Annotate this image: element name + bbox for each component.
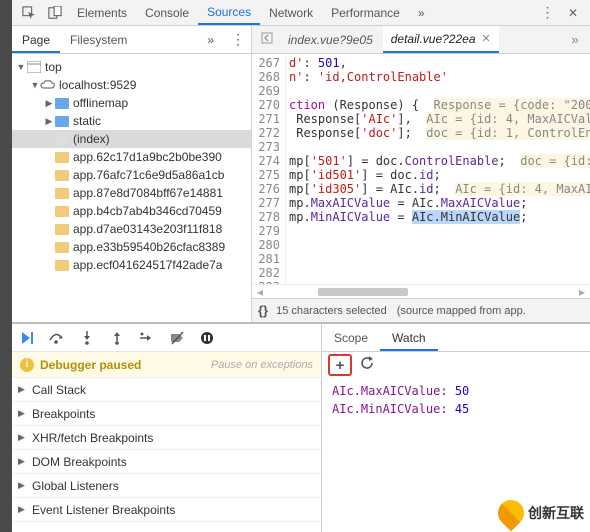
tab-sources[interactable]: Sources	[198, 0, 260, 25]
tree-folder[interactable]: ▶static	[12, 112, 251, 130]
tab-filesystem[interactable]: Filesystem	[60, 26, 137, 53]
debugger-toolbar	[12, 324, 321, 352]
tab-overflow[interactable]: »	[197, 26, 224, 53]
tree-origin[interactable]: ▼localhost:9529	[12, 76, 251, 94]
tab-watch[interactable]: Watch	[380, 324, 438, 351]
deactivate-breakpoints-icon[interactable]	[168, 329, 186, 347]
watch-item[interactable]: AIc.MaxAICValue: 50	[332, 384, 580, 402]
tab-network[interactable]: Network	[260, 0, 322, 25]
source-tabs: index.vue?9e05 detail.vue?22ea✕ »	[252, 26, 590, 54]
tree-file[interactable]: app.b4cb7ab4b346cd70459	[12, 202, 251, 220]
watch-toolbar: +	[322, 352, 590, 378]
tabs-overflow[interactable]: »	[564, 32, 586, 47]
watch-item[interactable]: AIc.MinAICValue: 45	[332, 402, 580, 420]
step-out-icon[interactable]	[108, 329, 126, 347]
add-watch-button[interactable]: +	[328, 354, 352, 376]
debugger-pane: iDebugger paused Pause on exceptions ▶Ca…	[12, 324, 322, 532]
panel-tabs: Elements Console Sources Network Perform…	[68, 0, 534, 25]
debug-section[interactable]: ▶Breakpoints	[12, 402, 321, 426]
status-bar: {} 15 characters selected (source mapped…	[252, 298, 590, 322]
watermark-logo-icon	[498, 500, 524, 526]
step-icon[interactable]	[138, 329, 156, 347]
file-tree: ▼top ▼localhost:9529 ▶offlinemap ▶static…	[12, 54, 251, 322]
step-over-icon[interactable]	[48, 329, 66, 347]
overflow-icon[interactable]: ⋮	[534, 1, 560, 25]
horizontal-scrollbar[interactable]: ◂ ▸	[252, 284, 590, 298]
pretty-print-icon[interactable]: {}	[258, 303, 268, 318]
debug-section[interactable]: ▶DOM Breakpoints	[12, 450, 321, 474]
tab-more[interactable]: »	[409, 0, 434, 25]
debug-section[interactable]: ▶Event Listener Breakpoints	[12, 498, 321, 522]
tree-file[interactable]: app.d7ae03143e203f11f818	[12, 220, 251, 238]
pause-exceptions-icon[interactable]	[198, 329, 216, 347]
step-into-icon[interactable]	[78, 329, 96, 347]
tree-file[interactable]: app.e33b59540b26cfac8389	[12, 238, 251, 256]
exceptions-placeholder: Pause on exceptions	[211, 359, 313, 371]
tab-performance[interactable]: Performance	[322, 0, 409, 25]
watch-list: AIc.MaxAICValue: 50AIc.MinAICValue: 45	[322, 378, 590, 426]
tab-console[interactable]: Console	[136, 0, 198, 25]
navigator-tabs: Page Filesystem » ⋮	[12, 26, 251, 54]
devtools-toolbar: Elements Console Sources Network Perform…	[12, 0, 590, 26]
history-back-icon[interactable]	[256, 32, 278, 47]
tree-file[interactable]: app.87e8d7084bff67e14881	[12, 184, 251, 202]
inspect-icon[interactable]	[16, 1, 42, 25]
tab-scope[interactable]: Scope	[322, 324, 380, 351]
device-icon[interactable]	[42, 1, 68, 25]
source-tab[interactable]: index.vue?9e05	[280, 26, 381, 53]
editor-pane: index.vue?9e05 detail.vue?22ea✕ » 267268…	[252, 26, 590, 322]
navigator-menu-icon[interactable]: ⋮	[224, 26, 251, 53]
source-map-info: (source mapped from app.	[397, 305, 526, 317]
tree-folder[interactable]: ▶offlinemap	[12, 94, 251, 112]
tab-elements[interactable]: Elements	[68, 0, 136, 25]
code-editor[interactable]: 2672682692702712722732742752762772782792…	[252, 54, 590, 284]
navigator-pane: Page Filesystem » ⋮ ▼top ▼localhost:9529…	[12, 26, 252, 322]
line-gutter: 2672682692702712722732742752762772782792…	[252, 54, 286, 284]
info-icon: i	[20, 358, 34, 372]
tree-file[interactable]: app.76afc71c6e9d5a86a1cb	[12, 166, 251, 184]
selection-status: 15 characters selected	[276, 305, 387, 317]
source-text[interactable]: d': 501,n': 'id,ControlEnable'ction (Res…	[286, 54, 590, 284]
debug-section[interactable]: ▶Global Listeners	[12, 474, 321, 498]
refresh-watch-icon[interactable]	[360, 356, 375, 374]
resume-icon[interactable]	[18, 329, 36, 347]
watermark: 创新互联	[498, 500, 584, 526]
tree-file[interactable]: app.62c17d1a9bc2b0be390	[12, 148, 251, 166]
close-tab-icon[interactable]: ✕	[482, 32, 491, 45]
source-tab-active[interactable]: detail.vue?22ea✕	[383, 26, 499, 53]
close-icon[interactable]: ✕	[560, 1, 586, 25]
tree-top[interactable]: ▼top	[12, 58, 251, 76]
debug-section[interactable]: ▶XHR/fetch Breakpoints	[12, 426, 321, 450]
watch-tabs: Scope Watch	[322, 324, 590, 352]
tab-page[interactable]: Page	[12, 26, 60, 53]
tree-file[interactable]: app.ecf041624517f42ade7a	[12, 256, 251, 274]
debug-section[interactable]: ▶Call Stack	[12, 378, 321, 402]
tree-file-selected[interactable]: (index)	[12, 130, 251, 148]
debugger-paused-banner: iDebugger paused Pause on exceptions	[12, 352, 321, 378]
